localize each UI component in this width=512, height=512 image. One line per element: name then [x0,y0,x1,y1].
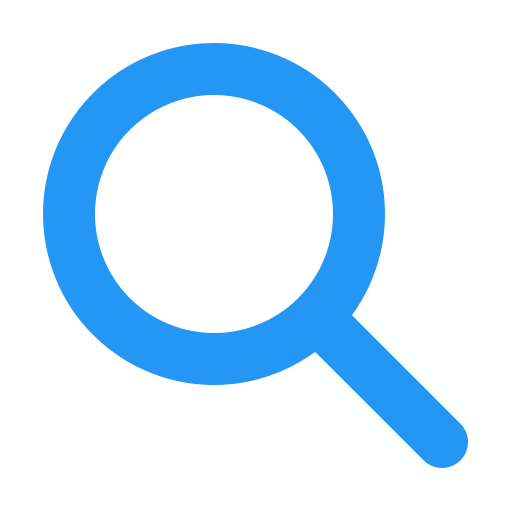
magnifier-handle [304,304,468,468]
search-icon [43,43,468,468]
icon-canvas [0,0,512,512]
